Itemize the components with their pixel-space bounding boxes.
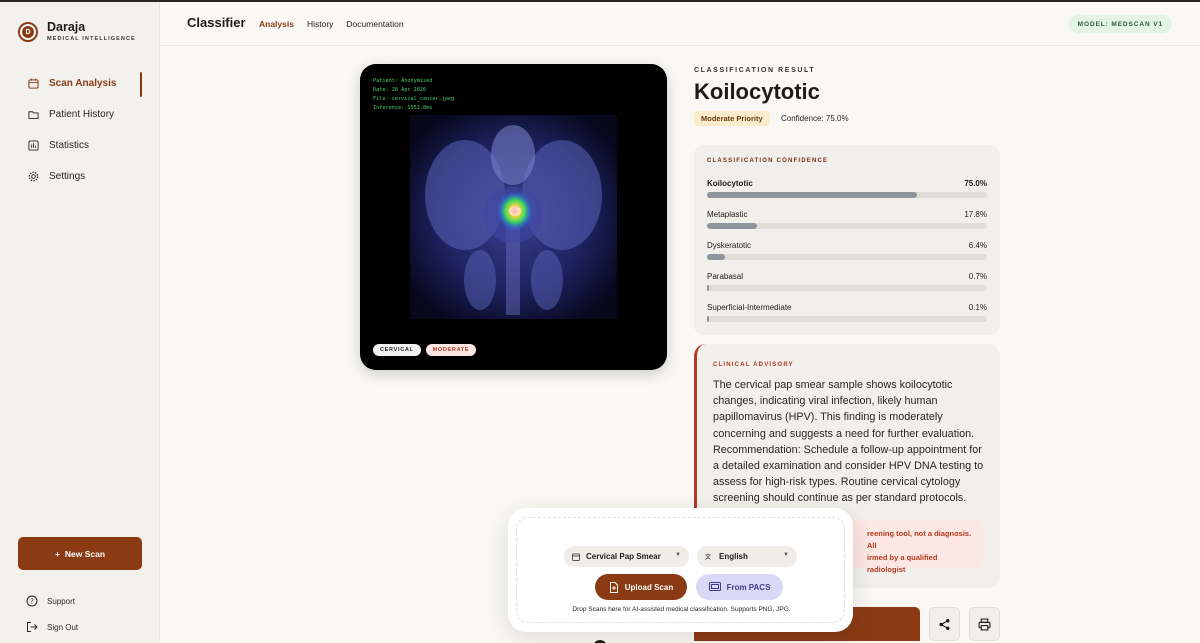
confidence-value: 0.7% (968, 272, 987, 281)
scan-meta-date: Date: 28 Apr 2026 (373, 87, 427, 93)
print-icon (978, 618, 991, 630)
confidence-bar (707, 254, 987, 260)
model-badge: MODEL: MEDSCAN V1 (1068, 15, 1172, 33)
result-eyebrow: CLASSIFICATION RESULT (694, 67, 816, 74)
sidebar-nav: Scan Analysis Patient History Statistics… (18, 70, 142, 194)
brand-subtitle: MEDICAL INTELLIGENCE (47, 36, 136, 42)
new-scan-button[interactable]: + New Scan (18, 537, 142, 570)
confidence-value: 17.8% (964, 210, 987, 219)
confidence-text: Confidence: 75.0% (781, 114, 849, 123)
confidence-row: Dyskeratotic 6.4% (707, 241, 987, 260)
confidence-row: Superficial-Intermediate 0.1% (707, 303, 987, 322)
brand-name: Daraja (47, 20, 86, 34)
tab-analysis[interactable]: Analysis (259, 19, 294, 29)
language-icon: 文 (705, 553, 712, 561)
print-button[interactable] (969, 607, 1000, 641)
confidence-value: 75.0% (964, 179, 987, 188)
scan-type-select[interactable]: Cervical Pap Smear ▼ (564, 546, 689, 567)
top-bar: Classifier Analysis History Documentatio… (160, 2, 1200, 46)
confidence-row: Parabasal 0.7% (707, 272, 987, 291)
svg-text:?: ? (30, 597, 34, 605)
scan-meta-file: File: cervical_cancer.jpeg (373, 96, 455, 102)
scan-preview: Patient: Anonymised Date: 28 Apr 2026 Fi… (360, 64, 667, 370)
sidebar-item-label: Statistics (49, 140, 90, 151)
confidence-label: Parabasal (707, 272, 744, 281)
confidence-label: Dyskeratotic (707, 241, 752, 250)
result-title: Koilocytotic (694, 79, 820, 104)
drop-hint: Drop Scans here for AI-assisted medical … (572, 606, 791, 613)
sidebar-item-label: Settings (49, 171, 86, 182)
svg-text:文: 文 (705, 553, 712, 561)
confidence-bar (707, 285, 987, 291)
confidence-value: 0.1% (968, 303, 987, 312)
scan-tag-region: CERVICAL (373, 344, 421, 356)
confidence-bar-fill (707, 223, 757, 229)
advisory-eyebrow: CLINICAL ADVISORY (713, 362, 794, 368)
from-pacs-button[interactable]: From PACS (696, 574, 783, 600)
sidebar: D Daraja MEDICAL INTELLIGENCE Scan Analy… (0, 2, 160, 643)
sidebar-item-patient-history[interactable]: Patient History (18, 101, 142, 128)
share-button[interactable] (929, 607, 960, 641)
brand-logo: D (18, 22, 38, 42)
support-link[interactable]: ? Support (26, 592, 78, 610)
chevron-down-icon: ▼ (675, 552, 681, 558)
confidence-bar-fill (707, 254, 725, 260)
confidence-bar (707, 316, 987, 322)
confidence-label: Metaplastic (707, 210, 748, 219)
brand[interactable]: D Daraja MEDICAL INTELLIGENCE (18, 20, 136, 44)
top-tabs: Analysis History Documentation (259, 19, 404, 29)
confidence-value: 6.4% (968, 241, 987, 250)
confidence-bar-fill (707, 316, 709, 322)
plus-icon: + (54, 548, 60, 559)
scan-tag-severity: MODERATE (425, 344, 477, 356)
confidence-bar (707, 192, 987, 198)
scan-image (410, 115, 617, 319)
advisory-body: The cervical pap smear sample shows koil… (713, 379, 984, 505)
logout-icon (27, 622, 38, 632)
share-icon (939, 618, 950, 630)
confidence-bar (707, 223, 987, 229)
upload-scan-button[interactable]: Upload Scan (595, 574, 687, 600)
confidence-panel: CLASSIFICATION CONFIDENCE Koilocytotic 75… (694, 145, 1000, 335)
scan-metadata: Patient: Anonymised Date: 28 Apr 2026 Fi… (373, 77, 454, 113)
chevron-down-icon: ▼ (783, 552, 789, 558)
confidence-row: Metaplastic 17.8% (707, 210, 987, 229)
confidence-label: Koilocytotic (707, 179, 753, 188)
priority-badge: Moderate Priority (694, 111, 770, 126)
chart-icon (28, 140, 39, 151)
confidence-eyebrow: CLASSIFICATION CONFIDENCE (707, 158, 829, 164)
scan-meta-patient: Patient: Anonymised (373, 78, 433, 84)
confidence-label: Superficial-Intermediate (707, 303, 792, 312)
sidebar-item-label: Patient History (49, 109, 115, 120)
help-icon: ? (26, 595, 38, 607)
scan-icon (28, 78, 39, 89)
gear-icon (28, 171, 39, 182)
confidence-row: Koilocytotic 75.0% (707, 179, 987, 198)
scan-type-icon (572, 553, 580, 561)
file-icon (609, 581, 618, 593)
page-title: Classifier (187, 15, 246, 30)
confidence-bar-fill (707, 192, 917, 198)
confidence-bar-fill (707, 285, 709, 291)
tab-history[interactable]: History (307, 19, 333, 29)
pacs-icon (708, 582, 721, 591)
folder-icon (28, 111, 39, 119)
sidebar-item-settings[interactable]: Settings (18, 163, 142, 190)
sidebar-item-statistics[interactable]: Statistics (18, 132, 142, 159)
tab-documentation[interactable]: Documentation (346, 19, 403, 29)
upload-dropzone[interactable]: Cervical Pap Smear ▼ 文 English ▼ Upload … (508, 508, 853, 632)
scan-meta-inference: Inference: 1552.8ms (373, 105, 433, 111)
sign-out-link[interactable]: Sign Out (26, 618, 78, 636)
language-select[interactable]: 文 English ▼ (697, 546, 797, 567)
sidebar-item-scan-analysis[interactable]: Scan Analysis (18, 70, 142, 97)
sidebar-item-label: Scan Analysis (49, 78, 117, 89)
